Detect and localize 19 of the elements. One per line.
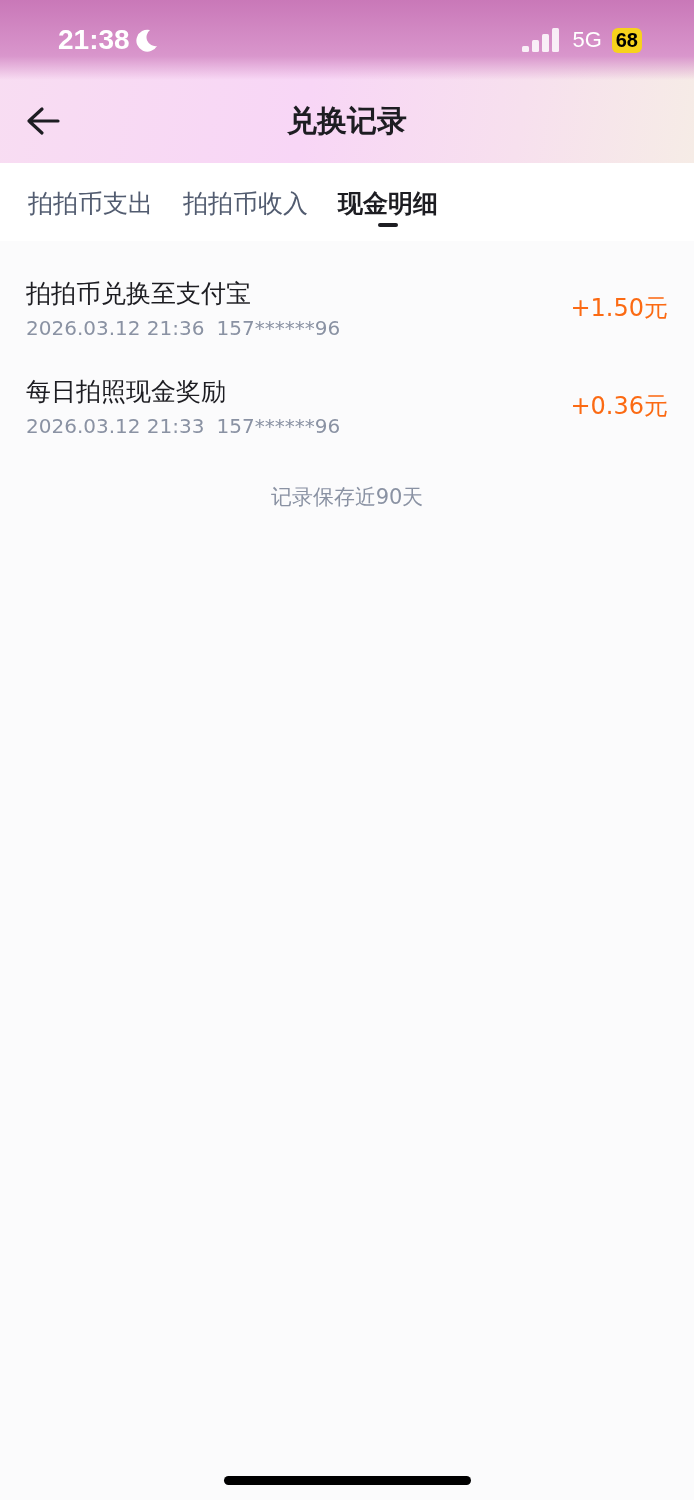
moon-icon	[135, 28, 158, 52]
network-label: 5G	[572, 27, 602, 53]
record-account: 157******96	[216, 315, 341, 340]
tab[interactable]: 现金明细	[338, 185, 438, 231]
status-time: 21:38	[58, 24, 130, 56]
tab[interactable]: 拍拍币收入	[183, 185, 308, 231]
record-date: 2026.03.12 21:36	[26, 315, 205, 340]
page-title: 兑换记录	[287, 102, 407, 140]
record-amount: +0.36元	[570, 391, 668, 422]
battery-level: 68	[611, 27, 642, 53]
record-title: 每日拍照现金奖励	[26, 375, 227, 408]
footer-note: 记录保存近90天	[270, 485, 424, 509]
record-title: 拍拍币兑换至支付宝	[26, 277, 252, 310]
tab[interactable]: 拍拍币支出	[28, 185, 153, 231]
record-date: 2026.03.12 21:33	[26, 413, 205, 438]
back-button[interactable]	[26, 106, 60, 136]
record-account: 157******96	[216, 413, 341, 438]
signal-icon	[522, 28, 561, 52]
record-amount: +1.50元	[570, 293, 668, 324]
